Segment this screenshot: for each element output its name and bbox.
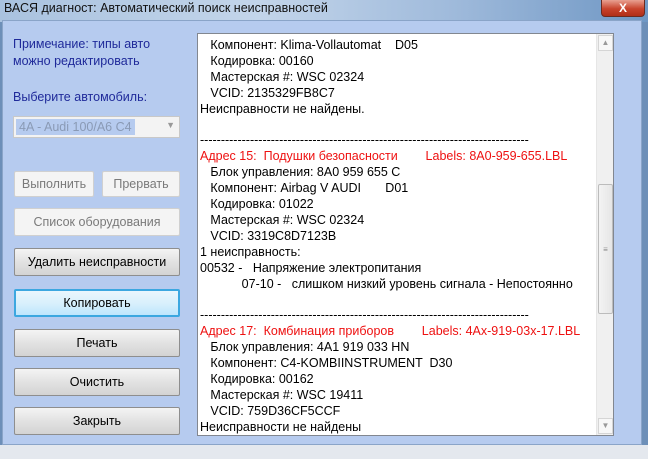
print-button[interactable]: Печать [14, 329, 180, 357]
log-line: Кодировка: 00160 [200, 53, 314, 68]
log-line: Кодировка: 01022 [200, 197, 314, 212]
log-line: VCID: 759D36CF5CCF [200, 403, 341, 418]
log-line: Компонент: Airbag V AUDI D01 [200, 181, 409, 196]
note-line-1: Примечание: типы авто [13, 37, 151, 51]
car-select-value: 4A - Audi 100/A6 C4 [16, 119, 135, 135]
results-log[interactable]: Компонент: Klima-Vollautomat D05 Кодиров… [197, 33, 614, 436]
close-window-button[interactable]: X [601, 0, 645, 17]
scroll-thumb[interactable]: ≡ [598, 184, 613, 314]
scroll-up-icon[interactable]: ▲ [598, 35, 613, 51]
log-line: 00532 - Напряжение электропитания [200, 260, 422, 275]
abort-button[interactable]: Прервать [102, 171, 180, 197]
log-line: Кодировка: 00162 [200, 372, 314, 387]
log-line: Мастерская #: WSC 02324 [200, 69, 365, 84]
log-line: Блок управления: 4A1 919 033 HN [200, 340, 410, 355]
log-line: VCID: 3319C8D7123B [200, 228, 337, 243]
copy-button[interactable]: Копировать [14, 289, 180, 317]
log-line: 1 неисправность: [200, 244, 301, 259]
chevron-down-icon[interactable]: ▼ [166, 120, 175, 130]
log-line: ----------------------------------------… [200, 308, 529, 323]
vertical-scrollbar[interactable]: ▲ ≡ ▼ [596, 34, 613, 435]
log-line: Мастерская #: WSC 19411 [200, 387, 364, 402]
log-line: VCID: 2135329FB8C7 [200, 85, 335, 100]
note-text: Примечание: типы авто можно редактироват… [13, 36, 150, 70]
log-section-header: Адрес 17: Комбинация приборов Labels: 4A… [200, 324, 581, 339]
log-line: ----------------------------------------… [200, 133, 529, 148]
select-car-label: Выберите автомобиль: [13, 90, 148, 104]
equipment-list-button[interactable]: Список оборудования [14, 208, 180, 236]
close-button[interactable]: Закрыть [14, 407, 180, 435]
log-line: Неисправности не найдены. [200, 101, 365, 116]
car-select[interactable]: 4A - Audi 100/A6 C4 ▼ [13, 116, 180, 138]
log-lines: Компонент: Klima-Vollautomat D05 Кодиров… [200, 38, 581, 435]
log-line: Неисправности не найдены [200, 419, 362, 434]
log-section-header: Адрес 15: Подушки безопасности Labels: 8… [200, 149, 568, 164]
note-line-2: можно редактировать [13, 54, 140, 68]
scroll-down-icon[interactable]: ▼ [598, 418, 613, 434]
title-bar[interactable]: ВАСЯ диагност: Автоматический поиск неис… [0, 0, 648, 22]
clear-button[interactable]: Очистить [14, 368, 180, 396]
log-line: 07-10 - слишком низкий уровень сигнала -… [200, 276, 573, 291]
window-title: ВАСЯ диагност: Автоматический поиск неис… [4, 1, 328, 15]
run-button[interactable]: Выполнить [14, 171, 94, 197]
log-line: Компонент: C4-KOMBIINSTRUMENT D30 [200, 356, 453, 371]
log-line: Мастерская #: WSC 02324 [200, 212, 365, 227]
bottom-strip [0, 445, 648, 459]
clear-faults-button[interactable]: Удалить неисправности [14, 248, 180, 276]
log-line: Блок управления: 8A0 959 655 C [200, 165, 401, 180]
log-line: Компонент: Klima-Vollautomat D05 [200, 38, 418, 52]
